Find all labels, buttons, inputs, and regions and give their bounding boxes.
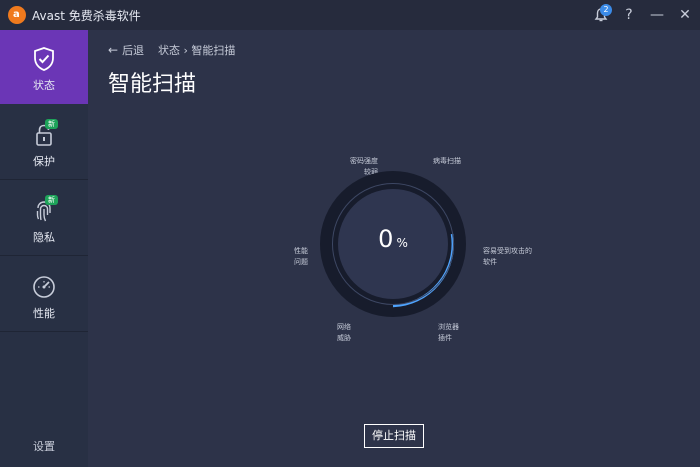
window-title: Avast 免费杀毒软件 [32,9,141,23]
breadcrumb: 状态 › 智能扫描 [158,42,235,58]
sidebar-item-label: 保护 [33,155,55,168]
sidebar-item-label: 隐私 [33,231,55,244]
scan-item-virus-scan: 病毒扫描 [433,157,461,165]
scan-item-vulnerable-software: 容易受到攻击的 软件 [483,247,532,266]
stop-scan-button[interactable]: 停止扫描 [364,424,424,448]
sidebar-item-privacy[interactable]: 新 隐私 [0,182,88,256]
scan-item-performance-issues: 性能 问题 [294,247,308,266]
scan-item-browser-plugins: 浏览器 插件 [438,323,459,342]
close-button[interactable]: ✕ [674,4,696,26]
new-badge: 新 [45,195,58,205]
progress-percent: 0% [320,225,466,253]
page-title: 智能扫描 [108,72,197,97]
minimize-button[interactable]: — [646,4,668,26]
breadcrumb-separator: › [183,44,188,57]
main-panel: ← 后退 状态 › 智能扫描 智能扫描 密码强度 较弱 病毒扫描 容易受到攻击的 … [88,30,700,467]
sidebar-item-label: 性能 [33,307,55,320]
progress-unit: % [396,236,408,250]
scan-item-network-threats: 网络 威胁 [337,323,351,342]
breadcrumb-current: 智能扫描 [191,44,236,57]
back-button[interactable]: ← 后退 [108,42,144,58]
avast-logo-icon: a [8,6,26,24]
sidebar-item-performance[interactable]: 性能 [0,258,88,332]
gauge-icon [29,272,59,302]
title-bar: a Avast 免费杀毒软件 2 ? — ✕ [0,0,700,30]
help-button[interactable]: ? [618,4,640,26]
sidebar: 状态 新 保护 新 隐私 性能 设置 [0,30,88,467]
progress-value: 0 [378,225,394,253]
back-arrow-icon: ← [108,43,119,57]
back-label: 后退 [122,44,145,57]
sidebar-item-protection[interactable]: 新 保护 [0,106,88,180]
sidebar-item-status[interactable]: 状态 [0,30,88,104]
breadcrumb-status-link[interactable]: 状态 [158,44,180,57]
notification-count-badge: 2 [600,4,612,16]
sidebar-item-label: 状态 [33,79,55,92]
scan-progress-ring: 0% [320,171,466,317]
new-badge: 新 [45,119,58,129]
settings-button[interactable]: 设置 [0,438,88,454]
shield-check-icon [29,44,59,74]
